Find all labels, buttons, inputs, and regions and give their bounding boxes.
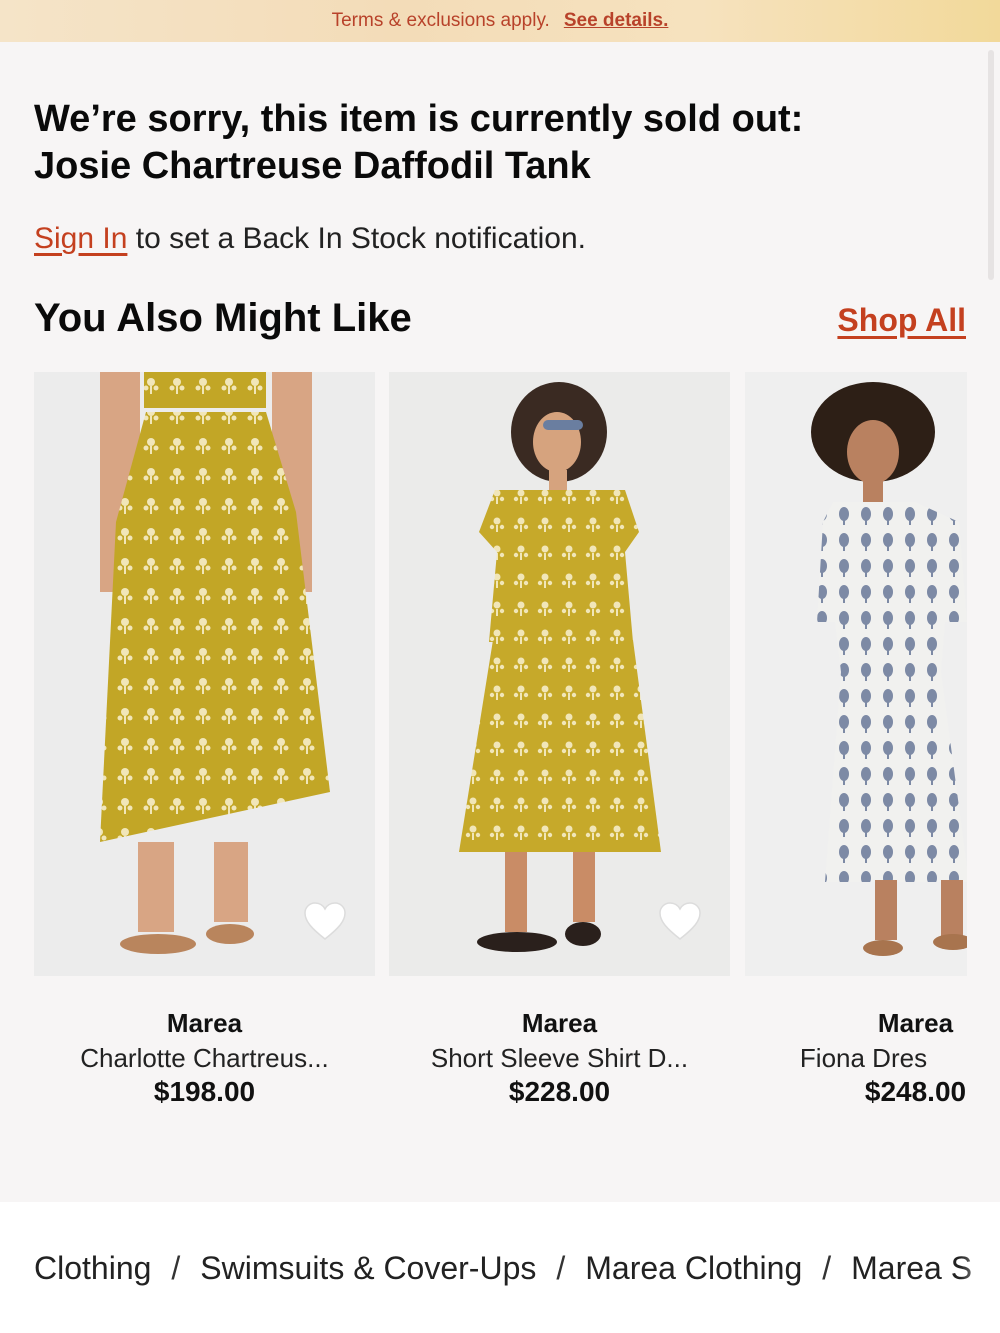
heart-icon[interactable] [303,902,347,942]
product-card[interactable]: Marea Charlotte Chartreus... $198.00 [34,372,375,1132]
section-title: You Also Might Like [34,296,412,340]
product-brand[interactable]: Marea [745,1008,967,1039]
product-card[interactable]: Marea Fiona Dres $248.00 [745,372,967,1132]
notice-text: to set a Back In Stock notification. [127,222,586,255]
heart-icon[interactable] [658,902,702,942]
product-image[interactable] [389,372,730,976]
breadcrumb-fade [960,1202,1000,1333]
product-price: $248.00 [864,1076,967,1107]
product-name[interactable]: Fiona Dres [693,1043,967,1074]
product-carousel[interactable]: Marea Charlotte Chartreus... $198.00 Mar… [34,372,967,1132]
promo-terms-text: Terms & exclusions apply. [331,10,550,31]
back-in-stock-notice: Sign In to set a Back In Stock notificat… [34,222,586,256]
promo-banner: Terms & exclusions apply. See details. [0,0,1000,42]
breadcrumb-bar: Clothing / Swimsuits & Cover-Ups / Marea Clo… [0,1202,1000,1333]
sign-in-link[interactable]: Sign In [34,222,127,255]
product-brand[interactable]: Marea [34,1008,375,1039]
breadcrumb-separator: / [556,1250,566,1286]
product-price: $228.00 [508,1076,611,1107]
sold-out-headline: We’re sorry, this item is currently sold… [34,96,934,190]
breadcrumb-item-marea[interactable]: Marea S [851,1250,972,1286]
product-image[interactable] [34,372,375,976]
product-price: $198.00 [153,1076,256,1107]
product-image[interactable] [745,372,967,976]
sold-out-message: We’re sorry, this item is currently sold… [34,98,804,140]
breadcrumb-separator: / [822,1250,832,1286]
breadcrumb-item-marea-clothing[interactable]: Marea Clothing [585,1250,802,1286]
breadcrumb: Clothing / Swimsuits & Cover-Ups / Marea Clo… [34,1250,984,1287]
scrollbar[interactable] [988,50,994,280]
shop-all-link[interactable]: Shop All [837,302,966,339]
product-brand[interactable]: Marea [389,1008,730,1039]
product-card[interactable]: Marea Short Sleeve Shirt D... $228.00 [389,372,730,1132]
see-details-link[interactable]: See details. [564,10,669,32]
breadcrumb-separator: / [171,1250,181,1286]
breadcrumb-item-swimsuits[interactable]: Swimsuits & Cover-Ups [200,1250,536,1286]
breadcrumb-item-clothing[interactable]: Clothing [34,1250,151,1286]
product-name[interactable]: Charlotte Chartreus... [34,1043,375,1074]
product-title: Josie Chartreuse Daffodil Tank [34,145,591,187]
product-name[interactable]: Short Sleeve Shirt D... [389,1043,730,1074]
